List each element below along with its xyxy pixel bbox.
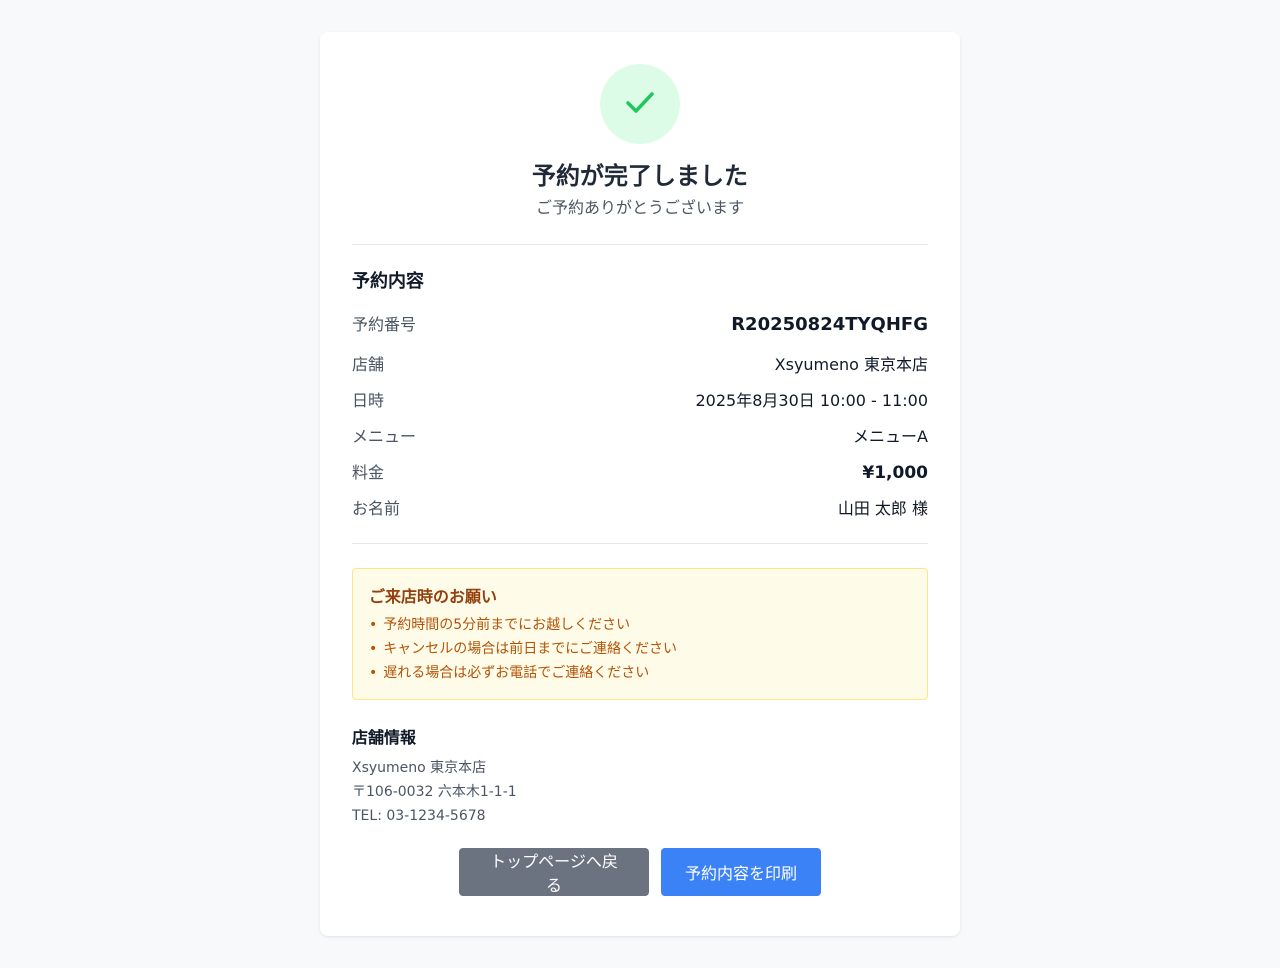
notice-title: ご来店時のお願い — [369, 587, 498, 606]
divider — [352, 244, 928, 245]
detail-label: 予約番号 — [352, 315, 417, 334]
store-info-title: 店舗情報 — [352, 728, 417, 747]
notice-item: キャンセルの場合は前日までにご連絡ください — [369, 637, 911, 661]
detail-row-price: 料金 ¥1,000 — [352, 455, 928, 491]
store-phone: TEL: 03-1234-5678 — [352, 808, 486, 824]
success-badge — [600, 64, 680, 144]
check-icon — [624, 86, 656, 122]
back-to-top-button[interactable]: トップページへ戻る — [459, 848, 649, 896]
detail-row-name: お名前 山田 太郎 様 — [352, 491, 928, 527]
details-section-title: 予約内容 — [352, 271, 424, 292]
action-buttons: トップページへ戻る 予約内容を印刷 — [352, 848, 928, 896]
notice-list: 予約時間の5分前までにお越しください キャンセルの場合は前日までにご連絡ください… — [369, 613, 911, 685]
page-subtitle: ご予約ありがとうございます — [535, 198, 744, 217]
detail-row-store: 店舗 Xsyumeno 東京本店 — [352, 347, 928, 383]
detail-label: 料金 — [352, 463, 385, 482]
store-name: Xsyumeno 東京本店 — [352, 760, 487, 776]
store-value: Xsyumeno 東京本店 — [774, 355, 928, 374]
price-value: ¥1,000 — [862, 463, 928, 483]
detail-label: 日時 — [352, 391, 385, 410]
datetime-value: 2025年8月30日 10:00 - 11:00 — [695, 391, 928, 410]
detail-label: 店舗 — [352, 355, 385, 374]
notice-item: 予約時間の5分前までにお越しください — [369, 613, 911, 637]
detail-label: メニュー — [352, 427, 417, 446]
visit-notice: ご来店時のお願い 予約時間の5分前までにお越しください キャンセルの場合は前日ま… — [352, 568, 928, 700]
detail-row-menu: メニュー メニューA — [352, 419, 928, 455]
divider — [352, 543, 928, 544]
notice-item: 遅れる場合は必ずお電話でご連絡ください — [369, 661, 911, 685]
reservation-number: R20250824TYQHFG — [731, 314, 928, 335]
confirmation-card: 予約が完了しました ご予約ありがとうございます 予約内容 予約番号 R20250… — [320, 32, 960, 936]
reservation-details: 予約番号 R20250824TYQHFG 店舗 Xsyumeno 東京本店 日時… — [352, 303, 928, 527]
print-reservation-button[interactable]: 予約内容を印刷 — [661, 848, 821, 896]
detail-row-reservation-number: 予約番号 R20250824TYQHFG — [352, 303, 928, 347]
name-value: 山田 太郎 様 — [837, 499, 928, 518]
detail-row-datetime: 日時 2025年8月30日 10:00 - 11:00 — [352, 383, 928, 419]
detail-label: お名前 — [352, 499, 401, 518]
store-info: Xsyumeno 東京本店 〒106-0032 六本木1-1-1 TEL: 03… — [352, 756, 928, 828]
menu-value: メニューA — [853, 427, 928, 446]
page-title: 予約が完了しました — [532, 162, 748, 190]
store-address: 〒106-0032 六本木1-1-1 — [352, 784, 517, 800]
